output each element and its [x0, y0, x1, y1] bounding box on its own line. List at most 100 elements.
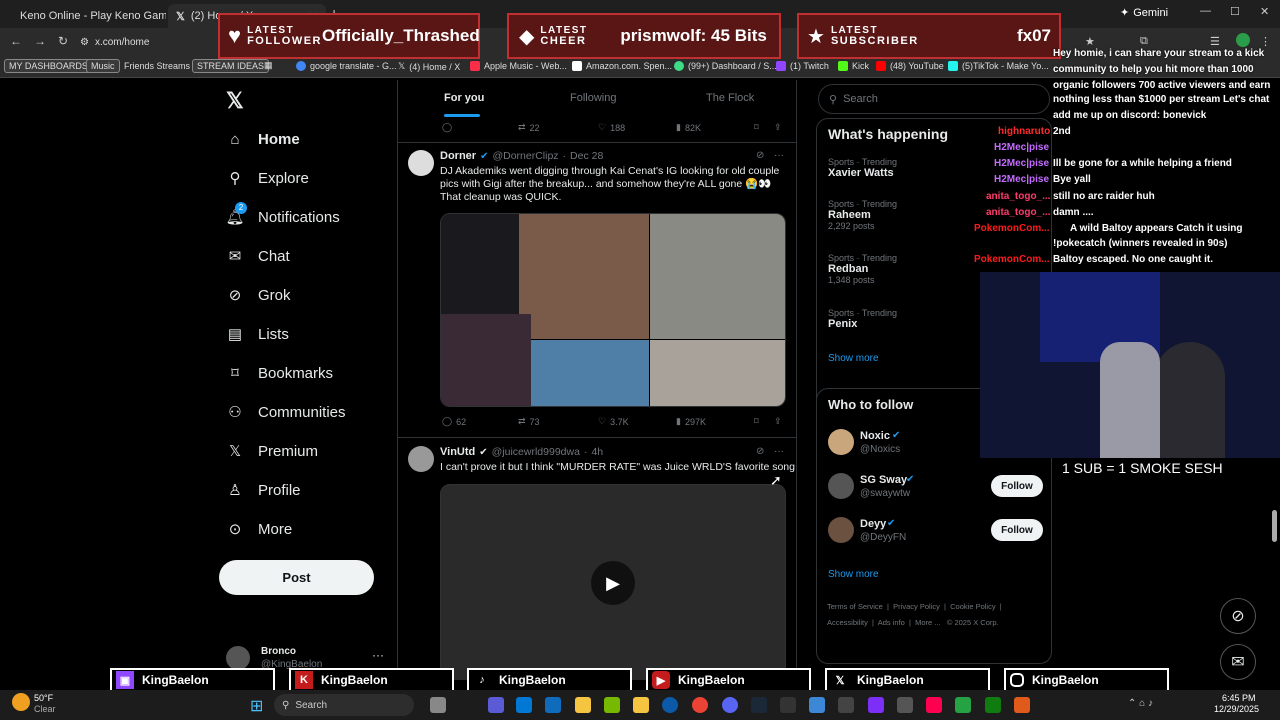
site-info-icon[interactable]: ⚙	[80, 37, 89, 48]
battlenet-icon[interactable]	[809, 697, 825, 713]
nav-grok[interactable]: ⊘ Grok	[226, 286, 291, 305]
footer-link[interactable]: Ads info	[878, 618, 905, 627]
back-icon[interactable]: ←	[10, 34, 22, 48]
tweet-date[interactable]: Dec 28	[570, 150, 603, 162]
nav-communities[interactable]: ⚇ Communities	[226, 403, 345, 422]
nav-lists[interactable]: ▤ Lists	[226, 325, 289, 344]
follow-button[interactable]: Follow	[991, 519, 1043, 541]
bookmark-youtube[interactable]: (48) YouTube	[876, 61, 944, 71]
close-window-icon[interactable]: ✕	[1260, 5, 1269, 18]
share-button[interactable]: ⇪	[774, 122, 782, 133]
grok-icon[interactable]: ⊘	[756, 150, 764, 161]
follow-button[interactable]: Follow	[991, 475, 1043, 497]
bookmark-google-translate[interactable]: google translate - G...	[296, 61, 397, 71]
bookmark-button[interactable]: ⌑	[754, 122, 759, 133]
scrollbar-thumb[interactable]	[1272, 510, 1277, 542]
steam-icon[interactable]	[751, 697, 767, 713]
bookmark-tiktok[interactable]: (5)TikTok - Make Yo...	[948, 61, 1049, 71]
trend-item[interactable]: Sports · Trending Raheem 2,292 posts	[828, 199, 968, 231]
trend-item[interactable]: Sports · Trending Penix	[828, 308, 968, 330]
taskview-icon[interactable]	[430, 697, 446, 713]
tiktok-live-icon[interactable]	[926, 697, 942, 713]
author-name[interactable]: VinUtd	[440, 446, 475, 458]
footer-link[interactable]: Terms of Service	[827, 602, 883, 611]
xbox-icon[interactable]	[985, 697, 1001, 713]
bookmark-kick[interactable]: Kick	[838, 61, 869, 71]
outlook-icon[interactable]	[545, 697, 561, 713]
maximize-icon[interactable]: ☐	[1230, 5, 1240, 18]
extensions-icon[interactable]: ⧉	[1140, 35, 1148, 48]
grok-floating-button[interactable]: ⊘	[1220, 598, 1256, 634]
menu-icon[interactable]: ☰	[1210, 35, 1220, 48]
url-field[interactable]: ⚙ x.com/home	[80, 32, 220, 52]
minimize-icon[interactable]: —	[1200, 5, 1211, 17]
tab-for-you[interactable]: For you	[444, 92, 484, 104]
follow-suggestion[interactable]: SG Sway ✔ @swaywtw Follow	[817, 471, 1053, 505]
trend-item[interactable]: Sports · Trending Redban 1,348 posts	[828, 253, 968, 285]
author-handle[interactable]: @DornerClipz	[492, 150, 558, 162]
bookmark-twitch[interactable]: (1) Twitch	[776, 61, 829, 71]
play-icon[interactable]: ▶	[591, 561, 635, 605]
nav-home[interactable]: ⌂ Home	[226, 130, 299, 148]
grok-icon[interactable]: ⊘	[756, 446, 764, 457]
windows-start-icon[interactable]: ⊞	[250, 696, 263, 716]
author-handle[interactable]: @juicewrld999dwa	[492, 446, 580, 458]
media-tile[interactable]	[519, 214, 649, 339]
tweet-media-grid[interactable]	[440, 213, 786, 407]
nav-explore[interactable]: ⚲ Explore	[226, 169, 309, 188]
bookmark-x-home[interactable]: 𝕏 (4) Home / X	[398, 61, 460, 72]
views-button[interactable]: ▮ 297K	[676, 416, 706, 427]
media-tile[interactable]	[441, 314, 531, 406]
bookmark-music[interactable]: Music	[86, 59, 120, 73]
epic-games-icon[interactable]	[780, 697, 796, 713]
show-more-link[interactable]: Show more	[828, 353, 879, 364]
gemini-button[interactable]: ✦ Gemini	[1120, 6, 1168, 20]
app-icon[interactable]	[1014, 697, 1030, 713]
edge-icon[interactable]	[662, 697, 678, 713]
retweet-button[interactable]: ⇄ 73	[518, 416, 540, 427]
bookmark-stream-ideas[interactable]: STREAM IDEAS	[192, 59, 270, 73]
discord-icon[interactable]	[722, 697, 738, 713]
bookmark-apple-music[interactable]: Apple Music - Web...	[470, 61, 567, 71]
nav-bookmarks[interactable]: ⌑ Bookmarks	[226, 364, 333, 383]
app-icon[interactable]	[955, 697, 971, 713]
chrome-icon[interactable]	[692, 697, 708, 713]
nav-chat[interactable]: ✉ Chat	[226, 247, 290, 266]
follow-suggestion[interactable]: Deyy ✔ @DeyyFN Follow	[817, 515, 1053, 549]
nav-notifications[interactable]: 🔔︎ 2 Notifications	[225, 202, 340, 226]
nav-profile[interactable]: ♙ Profile	[226, 481, 300, 500]
nav-more[interactable]: ⊙ More	[226, 520, 292, 539]
obs-icon[interactable]	[897, 697, 913, 713]
forward-icon[interactable]: →	[34, 34, 46, 48]
footer-link[interactable]: Accessibility	[827, 618, 868, 627]
tab-the-flock[interactable]: The Flock	[706, 92, 754, 104]
media-tile[interactable]	[650, 214, 785, 339]
tweet[interactable]: VinUtd ✔ @juicewrld999dwa · 4h ⊘ ··· I c…	[398, 440, 796, 680]
file-explorer-icon[interactable]	[575, 697, 591, 713]
views-button[interactable]: ▮ 82K	[676, 122, 701, 133]
share-button[interactable]: ⇪	[774, 416, 782, 427]
retweet-button[interactable]: ⇄ 22	[518, 122, 540, 133]
profile-avatar-icon[interactable]	[1236, 33, 1250, 47]
tab-keno[interactable]: Keno Online - Play Keno Game ✕	[6, 4, 166, 28]
weather-icon[interactable]	[12, 693, 30, 711]
more-dots-icon[interactable]: ···	[372, 648, 384, 662]
reply-button[interactable]: ◯ 62	[442, 416, 466, 427]
like-button[interactable]: ♡ 188	[598, 122, 625, 133]
messages-floating-button[interactable]: ✉	[1220, 644, 1256, 680]
bookmark-star-icon[interactable]: ★	[1085, 35, 1095, 48]
more-dots-icon[interactable]: ···	[774, 150, 784, 161]
footer-link[interactable]: Privacy Policy	[893, 602, 940, 611]
nvidia-icon[interactable]	[604, 697, 620, 713]
tweet-date[interactable]: 4h	[591, 446, 603, 458]
author-name[interactable]: Dorner	[440, 150, 476, 162]
avatar[interactable]	[408, 150, 434, 176]
trend-item[interactable]: Sports · Trending Xavier Watts	[828, 157, 968, 179]
store-icon[interactable]	[516, 697, 532, 713]
search-input[interactable]: ⚲ Search	[818, 84, 1050, 114]
more-dots-icon[interactable]: ···	[774, 446, 784, 457]
system-tray-icons[interactable]: ⌃ ⌂ ♪	[1128, 698, 1153, 709]
folder-icon[interactable]	[633, 697, 649, 713]
avatar[interactable]	[408, 446, 434, 472]
like-button[interactable]: ♡ 3.7K	[598, 416, 629, 427]
